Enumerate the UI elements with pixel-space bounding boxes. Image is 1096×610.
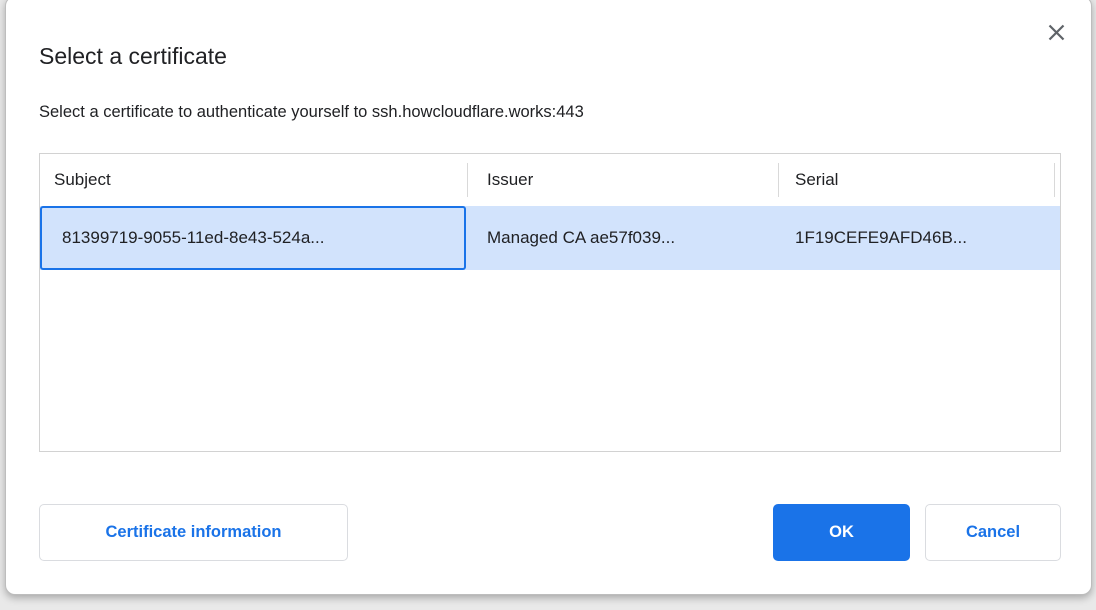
page-title: Select a certificate <box>39 43 227 70</box>
ok-button[interactable]: OK <box>773 504 910 561</box>
column-separator <box>778 163 779 197</box>
table-row[interactable]: 81399719-9055-11ed-8e43-524a... Managed … <box>40 206 1060 270</box>
dialog-subtitle: Select a certificate to authenticate you… <box>39 103 584 122</box>
close-button[interactable] <box>1045 21 1067 43</box>
certificate-table: Subject Issuer Serial 81399719-9055-11ed… <box>39 153 1061 452</box>
certificate-select-dialog: Select a certificate Select a certificat… <box>5 0 1092 595</box>
certificate-information-button[interactable]: Certificate information <box>39 504 348 561</box>
column-separator <box>467 163 468 197</box>
cell-issuer[interactable]: Managed CA ae57f039... <box>487 206 675 270</box>
cell-serial[interactable]: 1F19CEFE9AFD46B... <box>795 206 967 270</box>
close-icon <box>1048 24 1065 41</box>
table-header: Subject Issuer Serial <box>40 154 1060 206</box>
column-header-serial: Serial <box>795 154 838 206</box>
cancel-button[interactable]: Cancel <box>925 504 1061 561</box>
column-header-issuer: Issuer <box>487 154 533 206</box>
column-header-subject: Subject <box>54 154 111 206</box>
cell-subject[interactable]: 81399719-9055-11ed-8e43-524a... <box>62 206 324 270</box>
column-separator <box>1054 163 1055 197</box>
